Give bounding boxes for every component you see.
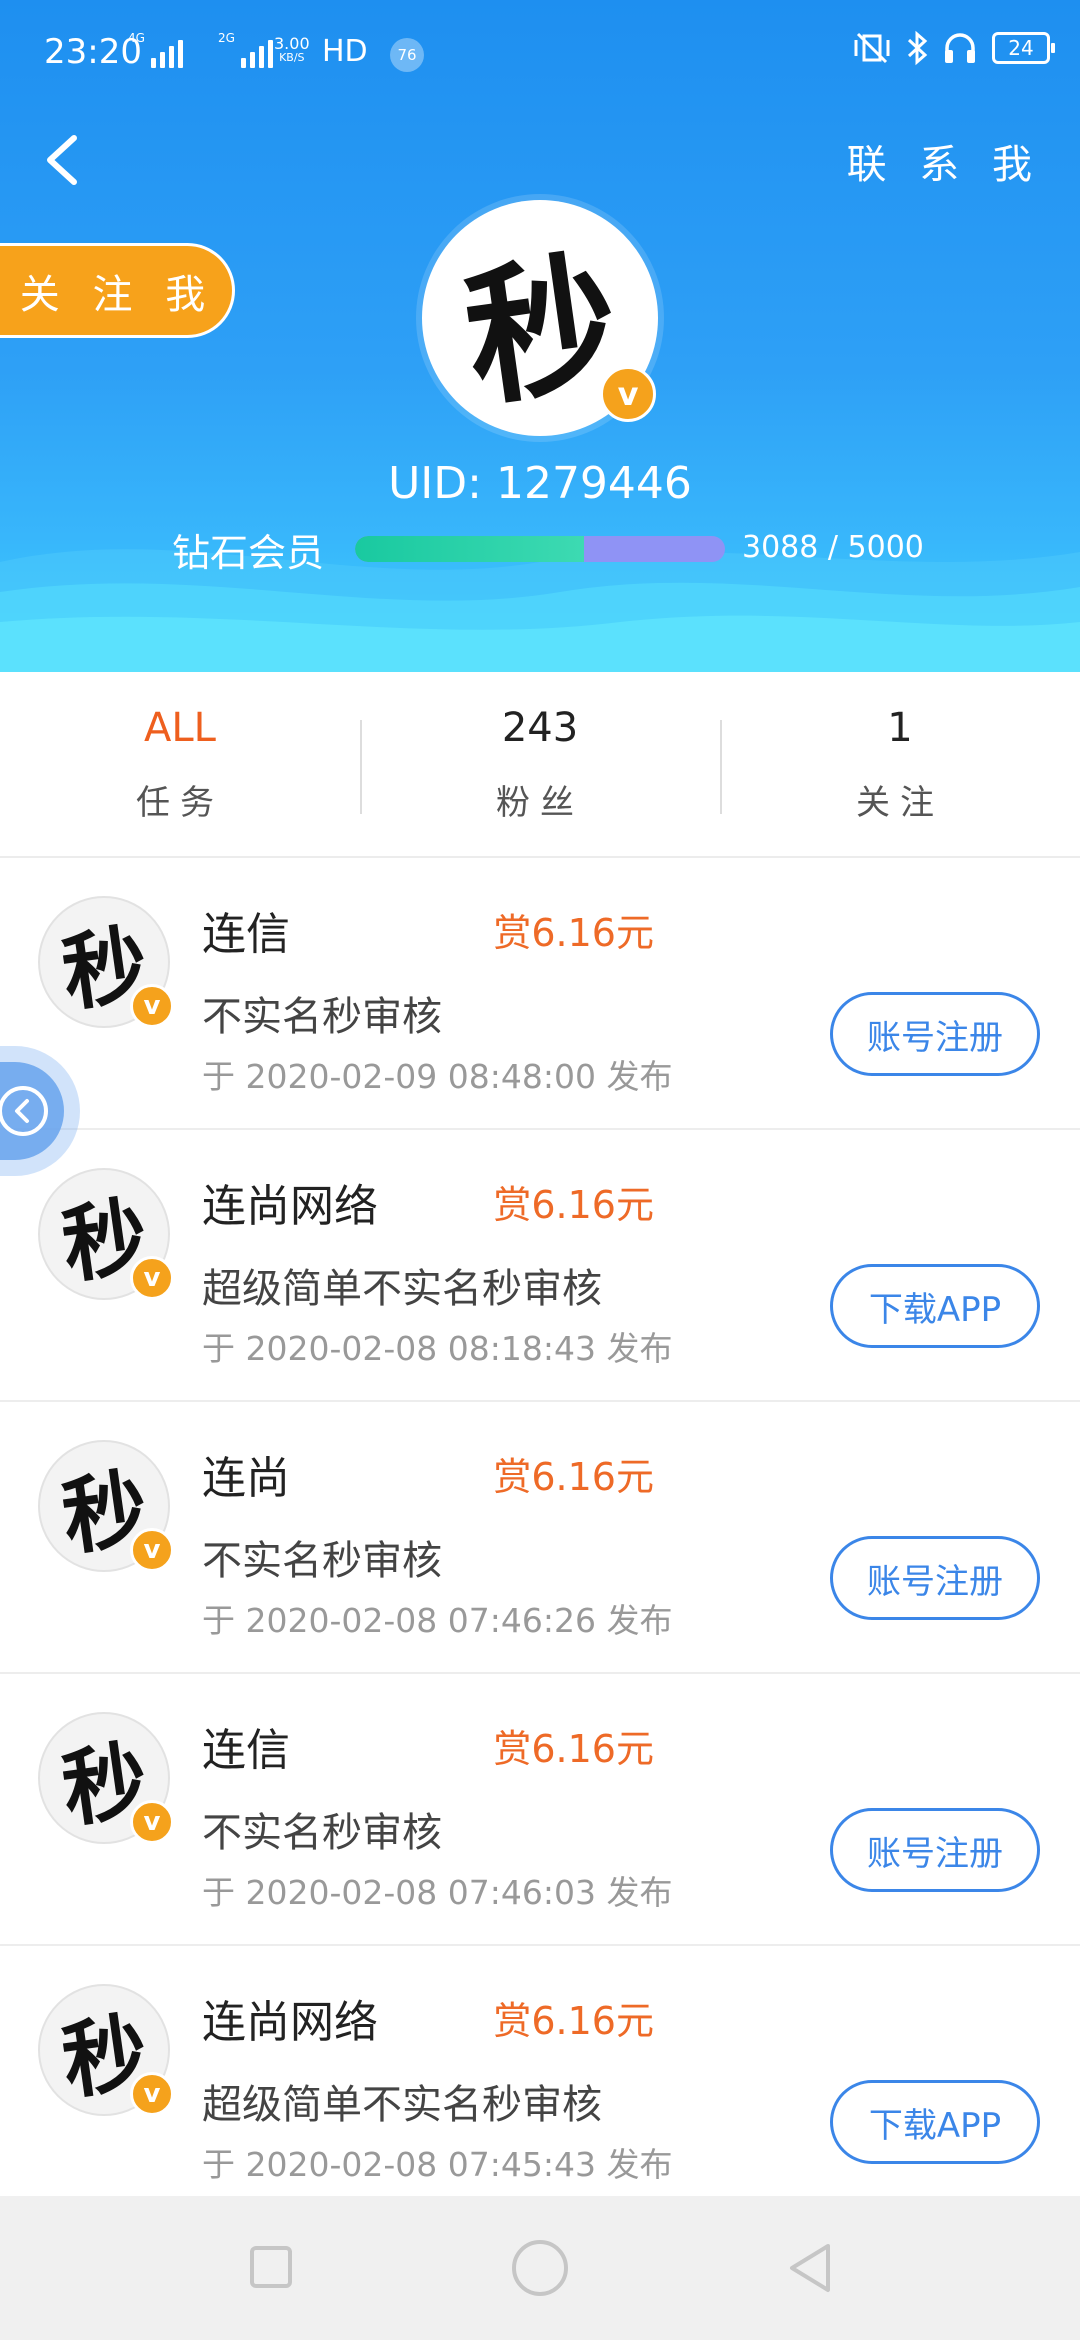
list-item[interactable]: 秒 v 连尚网络 赏6.16元 超级简单不实名秒审核 于 2020-02-08 … — [0, 1946, 1080, 2218]
task-description: 不实名秒审核 — [202, 994, 442, 1040]
signal-4g-icon: 4G — [128, 32, 183, 68]
task-title: 连尚 — [202, 1453, 290, 1504]
hd-indicator: HD — [322, 34, 368, 69]
task-avatar: 秒 v — [38, 1440, 174, 1572]
system-nav-bar — [0, 2196, 1080, 2340]
stat-following[interactable]: 1 关注 — [720, 672, 1080, 856]
task-avatar: 秒 v — [38, 1712, 174, 1844]
battery-icon: 24 — [992, 32, 1055, 64]
task-description: 超级简单不实名秒审核 — [202, 2082, 602, 2128]
stats-row: ALL 任务 243 粉丝 1 关注 — [0, 672, 1080, 858]
user-id: UID: 1279446 — [388, 458, 692, 509]
recent-apps-icon[interactable] — [250, 2246, 292, 2288]
task-date: 于 2020-02-08 07:46:26 发布 — [202, 1601, 673, 1640]
task-reward: 赏6.16元 — [493, 1455, 654, 1499]
level-progress-fill — [355, 536, 584, 562]
task-reward: 赏6.16元 — [493, 1183, 654, 1227]
stat-label: 关注 — [856, 782, 944, 823]
follow-me-button[interactable]: 关 注 我 — [0, 243, 235, 338]
task-title: 连尚网络 — [202, 1997, 378, 2048]
task-action-button[interactable]: 账号注册 — [830, 992, 1040, 1076]
list-item[interactable]: 秒 v 连尚 赏6.16元 不实名秒审核 于 2020-02-08 07:46:… — [0, 1402, 1080, 1674]
level-progress-bar — [355, 536, 725, 562]
verified-badge-icon: v — [130, 984, 174, 1028]
task-reward: 赏6.16元 — [493, 1999, 654, 2043]
task-reward: 赏6.16元 — [493, 911, 654, 955]
task-date: 于 2020-02-08 07:45:43 发布 — [202, 2145, 673, 2184]
verified-badge-icon: v — [130, 1800, 174, 1844]
task-title: 连信 — [202, 1725, 290, 1776]
task-list: 秒 v 连信 赏6.16元 不实名秒审核 于 2020-02-09 08:48:… — [0, 858, 1080, 2218]
task-action-button[interactable]: 下载APP — [830, 1264, 1040, 1348]
verified-badge-icon: v — [130, 2072, 174, 2116]
task-title: 连信 — [202, 909, 290, 960]
stat-value: ALL — [144, 704, 216, 751]
task-description: 不实名秒审核 — [202, 1810, 442, 1856]
level-progress-text: 3088 / 5000 — [742, 530, 924, 565]
headphone-icon — [945, 33, 975, 63]
profile-avatar: 秒 v — [422, 200, 658, 436]
stat-value: 1 — [887, 704, 913, 751]
task-title: 连尚网络 — [202, 1181, 378, 1232]
home-icon[interactable] — [512, 2240, 568, 2296]
task-reward: 赏6.16元 — [493, 1727, 654, 1771]
task-description: 不实名秒审核 — [202, 1538, 442, 1584]
verified-badge-icon: v — [130, 1528, 174, 1572]
stat-tasks[interactable]: ALL 任务 — [0, 672, 360, 856]
task-date: 于 2020-02-09 08:48:00 发布 — [202, 1057, 673, 1096]
stat-label: 粉丝 — [496, 782, 584, 823]
status-bar: 23:20 4G 2G 3.00 KB/S HD 76 24 — [0, 0, 1080, 105]
task-date: 于 2020-02-08 07:46:03 发布 — [202, 1873, 673, 1912]
vibrate-mute-icon — [854, 32, 890, 64]
task-avatar: 秒 v — [38, 896, 174, 1028]
stat-value: 243 — [501, 704, 579, 751]
task-action-button[interactable]: 账号注册 — [830, 1536, 1040, 1620]
notification-count-badge: 76 — [390, 38, 424, 72]
task-action-button[interactable]: 账号注册 — [830, 1808, 1040, 1892]
contact-me-link[interactable]: 联 系 我 — [847, 132, 1042, 190]
stat-fans[interactable]: 243 粉丝 — [360, 672, 720, 856]
system-back-icon[interactable] — [784, 2240, 834, 2296]
task-avatar: 秒 v — [38, 1168, 174, 1300]
verified-badge-icon: v — [600, 366, 656, 422]
verified-badge-icon: v — [130, 1256, 174, 1300]
member-level-label: 钻石会员 — [172, 531, 325, 575]
task-action-button[interactable]: 下载APP — [830, 2080, 1040, 2164]
status-right-icons: 24 — [852, 30, 1055, 66]
task-description: 超级简单不实名秒审核 — [202, 1266, 602, 1312]
list-item[interactable]: 秒 v 连信 赏6.16元 不实名秒审核 于 2020-02-08 07:46:… — [0, 1674, 1080, 1946]
back-arrow-icon[interactable] — [36, 120, 96, 200]
stat-label: 任务 — [136, 782, 224, 823]
signal-2g-icon: 2G — [218, 32, 273, 68]
network-speed: 3.00 KB/S — [274, 34, 310, 64]
profile-header: 23:20 4G 2G 3.00 KB/S HD 76 24 联 系 我 关 注… — [0, 0, 1080, 672]
bluetooth-icon — [907, 30, 928, 66]
task-date: 于 2020-02-08 08:18:43 发布 — [202, 1329, 673, 1368]
list-item[interactable]: 秒 v 连尚网络 赏6.16元 超级简单不实名秒审核 于 2020-02-08 … — [0, 1130, 1080, 1402]
list-item[interactable]: 秒 v 连信 赏6.16元 不实名秒审核 于 2020-02-09 08:48:… — [0, 858, 1080, 1130]
task-avatar: 秒 v — [38, 1984, 174, 2116]
